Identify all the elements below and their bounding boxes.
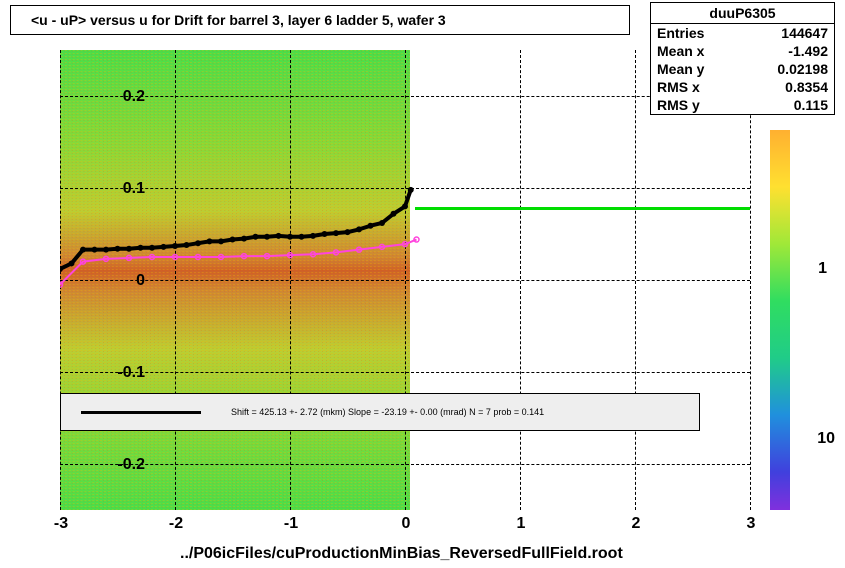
grid-v <box>175 50 176 510</box>
grid-v <box>520 50 521 510</box>
fit-text: Shift = 425.13 +- 2.72 (mkm) Slope = -23… <box>231 407 544 417</box>
legend-line-icon <box>81 411 201 414</box>
stats-name: duuP6305 <box>651 3 834 24</box>
xtick-label: 1 <box>506 515 536 533</box>
stats-rmsx-row: RMS x 0.8354 <box>651 78 834 96</box>
chart-title: <u - uP> versus u for Drift for barrel 3… <box>31 12 446 28</box>
green-fit-line <box>415 207 750 210</box>
xtick-label: -1 <box>276 515 306 533</box>
grid-v <box>290 50 291 510</box>
xtick-label: -2 <box>161 515 191 533</box>
plot-area: Shift = 425.13 +- 2.72 (mkm) Slope = -23… <box>60 50 750 510</box>
chart-container: <u - uP> versus u for Drift for barrel 3… <box>0 0 845 568</box>
ytick-label: -0.1 <box>95 364 145 382</box>
grid-v <box>750 50 751 510</box>
xtick-label: 0 <box>391 515 421 533</box>
stats-rmsy-row: RMS y 0.115 <box>651 96 834 114</box>
colorbar <box>770 130 790 510</box>
stats-entries-row: Entries 144647 <box>651 24 834 42</box>
xtick-label: -3 <box>46 515 76 533</box>
stats-rmsx-label: RMS x <box>657 79 700 95</box>
fit-legend-box: Shift = 425.13 +- 2.72 (mkm) Slope = -23… <box>60 393 700 431</box>
file-path-label: ../P06icFiles/cuProductionMinBias_Revers… <box>180 545 623 563</box>
ytick-label: 0.2 <box>95 88 145 106</box>
grid-v <box>60 50 61 510</box>
stats-box: duuP6305 Entries 144647 Mean x -1.492 Me… <box>650 2 835 115</box>
grid-v <box>635 50 636 510</box>
chart-title-box: <u - uP> versus u for Drift for barrel 3… <box>10 5 630 35</box>
stats-entries-label: Entries <box>657 25 704 41</box>
stats-entries-value: 144647 <box>781 25 828 41</box>
stats-meany-row: Mean y 0.02198 <box>651 60 834 78</box>
ytick-label: -0.2 <box>95 456 145 474</box>
ytick-label: 0 <box>95 272 145 290</box>
stats-meanx-value: -1.492 <box>788 43 828 59</box>
xtick-label: 2 <box>621 515 651 533</box>
stats-rmsy-label: RMS y <box>657 97 700 113</box>
stats-rmsx-value: 0.8354 <box>785 79 828 95</box>
ytick-label: 0.1 <box>95 180 145 198</box>
stats-meanx-label: Mean x <box>657 43 704 59</box>
colorbar-tick-1: 1 <box>818 260 827 278</box>
colorbar-tick-10: 10 <box>817 430 835 448</box>
stats-rmsy-value: 0.115 <box>794 97 828 113</box>
stats-meany-label: Mean y <box>657 61 704 77</box>
stats-meany-value: 0.02198 <box>777 61 828 77</box>
xtick-label: 3 <box>736 515 766 533</box>
grid-v <box>405 50 406 510</box>
stats-meanx-row: Mean x -1.492 <box>651 42 834 60</box>
